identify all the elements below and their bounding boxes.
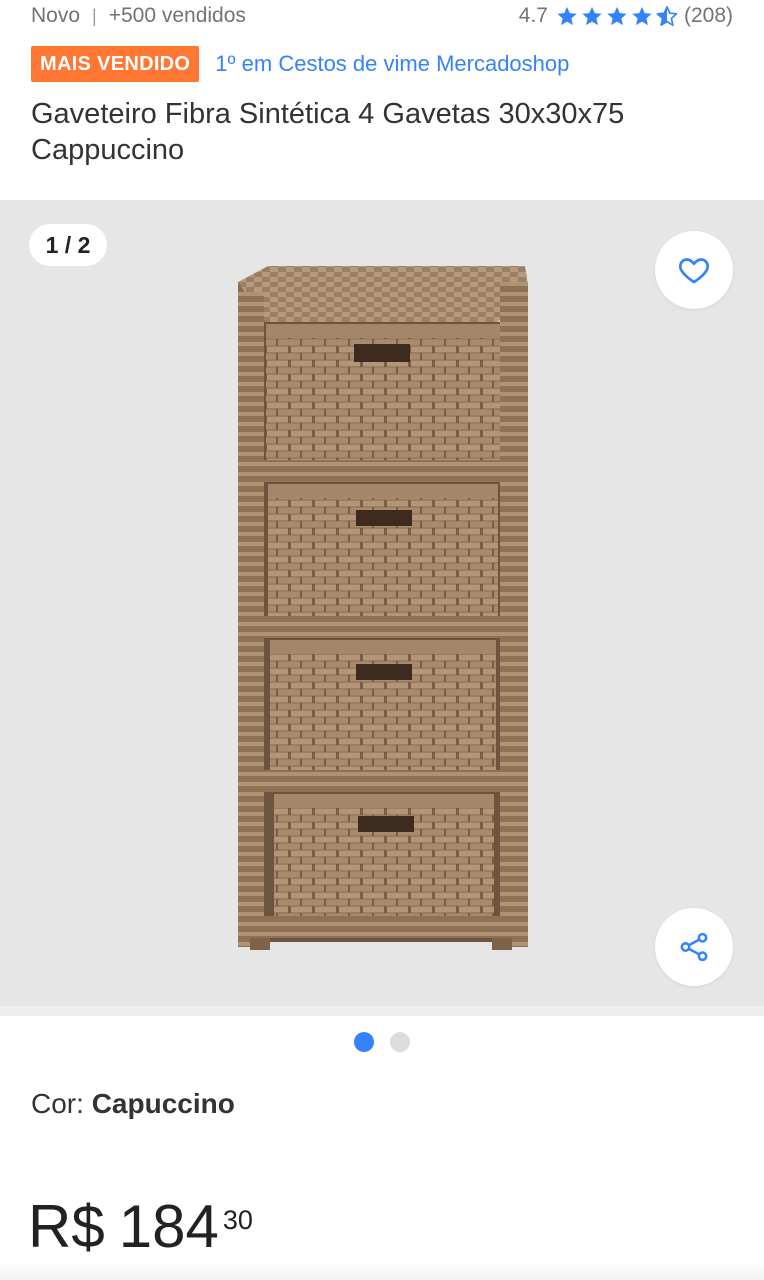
share-icon [680,932,708,962]
rating-value: 4.7 [518,4,548,27]
rating-summary[interactable]: 4.7 (208) [519,4,733,28]
price-currency: R$ [28,1193,105,1260]
product-meta-row: Novo | +500 vendidos 4.7 (208) [31,0,733,32]
rating-count: (208) [683,4,733,27]
price-cents: 30 [222,1205,253,1235]
star-full-icon [557,6,577,26]
share-button[interactable] [655,908,733,986]
image-gallery[interactable]: 1 / 2 [0,200,764,1006]
color-value: Capuccino [91,1088,235,1119]
price: R$ 184 30 [28,1195,253,1259]
heart-outline-icon [678,258,710,284]
star-half-icon [656,6,678,26]
bestseller-row: MAIS VENDIDO 1º em Cestos de vime Mercad… [31,46,569,82]
star-full-icon [607,6,627,26]
product-image [238,266,528,950]
bottom-fade [0,1262,764,1280]
condition-label: Novo [31,4,81,27]
gallery-pagination[interactable] [0,1032,764,1052]
gallery-counter: 1 / 2 [29,224,107,266]
sold-count: +500 vendidos [108,4,246,27]
rating-stars [556,5,678,27]
star-full-icon [582,6,602,26]
color-variant: Cor: Capuccino [31,1088,235,1120]
price-amount: 184 [118,1193,219,1260]
color-label: Cor: [31,1088,84,1119]
favorite-button[interactable] [655,231,733,309]
pagination-dot[interactable] [390,1032,410,1052]
meta-separator: | [92,5,97,26]
star-full-icon [632,6,652,26]
bestseller-badge: MAIS VENDIDO [31,46,200,82]
gallery-divider [0,1006,764,1016]
pagination-dot-active[interactable] [354,1032,374,1052]
condition-sales: Novo | +500 vendidos [31,4,246,28]
category-ranking-link[interactable]: 1º em Cestos de vime Mercadoshop [215,51,569,77]
product-title: Gaveteiro Fibra Sintética 4 Gavetas 30x3… [31,98,625,166]
